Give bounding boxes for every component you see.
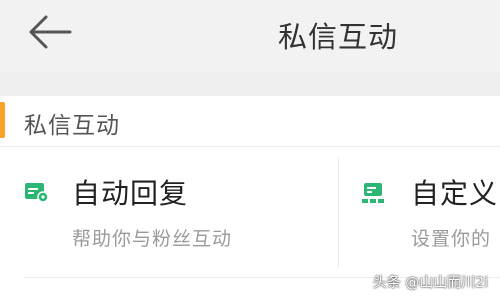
top-bar: 私信互动	[0, 0, 500, 72]
section-title: 私信互动	[24, 113, 120, 139]
auto-reply-card[interactable]: 自动回复 帮助你与粉丝互动	[0, 158, 338, 278]
auto-reply-title: 自动回复	[72, 177, 189, 210]
custom-menu-card[interactable]: 自定义 设置你的	[339, 158, 500, 278]
watermark-text: 头条 @山山而川2i	[372, 275, 488, 291]
custom-menu-title: 自定义	[411, 177, 499, 210]
main-content: 私信互动 自动回复 帮助你与粉丝互动 自定义 设置你的	[0, 96, 500, 300]
auto-reply-icon	[25, 183, 49, 203]
section-accent-bar	[0, 102, 5, 138]
page-title: 私信互动	[277, 20, 398, 54]
custom-menu-icon	[362, 183, 384, 203]
section-header: 私信互动	[0, 96, 500, 147]
custom-menu-description: 设置你的	[411, 228, 492, 250]
auto-reply-description: 帮助你与粉丝互动	[72, 228, 233, 250]
